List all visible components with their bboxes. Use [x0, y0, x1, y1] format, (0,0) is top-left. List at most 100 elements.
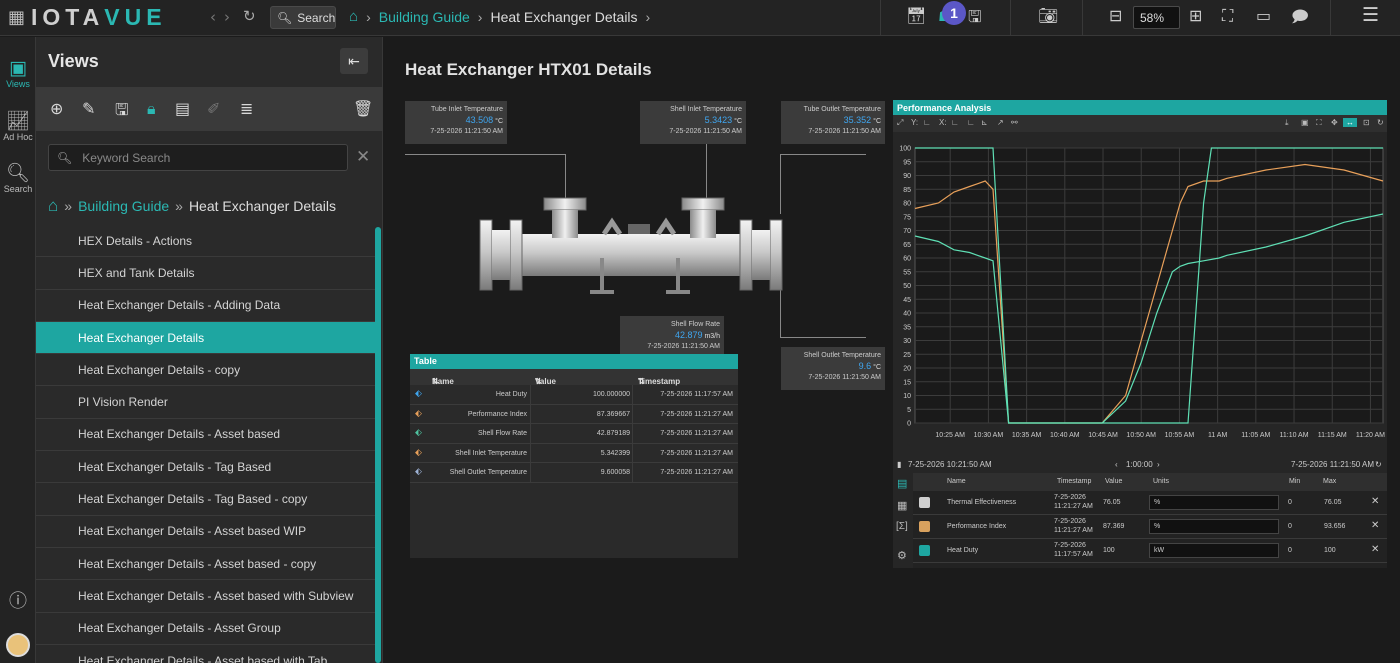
back-icon[interactable]: ‹: [210, 8, 224, 26]
legend-row[interactable]: Thermal Effectiveness 7-25-2026 11:21:27 A…: [913, 491, 1387, 515]
layout-icon[interactable]: ▣: [1301, 118, 1309, 127]
axis-icon[interactable]: ⤢: [897, 118, 903, 128]
sync-icon[interactable]: ↔: [1343, 118, 1357, 127]
keyword-search-input[interactable]: [82, 150, 333, 165]
callout-tube-outlet[interactable]: Tube Outlet Temperature 35.352 °C 7-25-2…: [781, 101, 885, 144]
notification-badge[interactable]: 1: [942, 1, 966, 25]
close-icon[interactable]: ✕: [1371, 520, 1379, 531]
fit-screen-icon[interactable]: ⛶: [1222, 6, 1233, 26]
series-color-swatch[interactable]: [919, 521, 930, 532]
rail-views[interactable]: ▣ Views: [0, 57, 36, 89]
forward-icon[interactable]: ›: [224, 8, 238, 26]
properties-icon[interactable]: ▤: [175, 99, 190, 118]
y-scale-icon[interactable]: ∟: [923, 118, 931, 127]
link-icon[interactable]: ⚯: [1011, 118, 1018, 127]
table-row[interactable]: ⬖ Shell Inlet Temperature 5.342399 7-25-202…: [410, 443, 738, 463]
legend-row[interactable]: Heat Duty 7-25-2026 11:17:57 AM 100 kW 0 100 ✕: [913, 539, 1387, 563]
series-color-swatch[interactable]: [919, 497, 930, 508]
comment-search-icon[interactable]: 🗩: [1291, 6, 1309, 33]
calendar-icon[interactable]: 📅︎: [906, 6, 926, 25]
view-list-item[interactable]: HEX Details - Actions: [36, 225, 376, 258]
legend-row[interactable]: Performance Index 7-25-2026 11:21:27 AM 87.…: [913, 515, 1387, 539]
start-time[interactable]: 7-25-2026 10:21:50 AM: [908, 460, 992, 469]
scrollbar[interactable]: [375, 227, 381, 663]
edit-icon[interactable]: ✎: [82, 99, 95, 118]
view-list-item[interactable]: Heat Exchanger Details - Adding Data: [36, 290, 376, 322]
calculator-icon[interactable]: ▦: [897, 499, 907, 512]
chevron-left-icon[interactable]: ‹: [1115, 460, 1118, 469]
search-button[interactable]: 🔍︎ Search: [270, 6, 336, 29]
save-icon[interactable]: 🖫: [968, 6, 982, 33]
trash-icon[interactable]: 🗑︎: [353, 99, 373, 118]
pan-icon[interactable]: ✥: [1331, 118, 1338, 127]
presentation-icon[interactable]: ▭: [1256, 6, 1271, 25]
end-time[interactable]: 7-25-2026 11:21:50 AM: [1291, 460, 1374, 469]
view-list-item[interactable]: Heat Exchanger Details: [36, 321, 376, 355]
callout-tube-inlet[interactable]: Tube Inlet Temperature 43.508 °C 7-25-20…: [405, 101, 507, 144]
calendar-icon[interactable]: ▮: [897, 460, 901, 469]
view-list-item[interactable]: Heat Exchanger Details - Tag Based: [36, 451, 376, 484]
add-icon[interactable]: ⊕: [50, 99, 63, 118]
scale-icon[interactable]: ∟: [967, 118, 975, 127]
view-list-item[interactable]: Heat Exchanger Details - Asset Group: [36, 613, 376, 645]
view-list-item[interactable]: Heat Exchanger Details - copy: [36, 354, 376, 387]
view-list-item[interactable]: Heat Exchanger Details - Asset based - c…: [36, 548, 376, 581]
avatar[interactable]: [0, 633, 36, 659]
close-icon[interactable]: ✕: [356, 147, 370, 167]
duration[interactable]: 1:00:00: [1126, 460, 1153, 469]
zoom-out-icon[interactable]: ⊟: [1109, 6, 1122, 25]
lock-icon[interactable]: 🔒︎: [147, 99, 156, 119]
callout-shell-outlet[interactable]: Shell Outlet Temperature 9.6 °C 7-25-202…: [781, 347, 885, 390]
breadcrumb-link[interactable]: Building Guide: [78, 198, 169, 214]
zoom-input[interactable]: 58%: [1133, 6, 1180, 29]
table-row[interactable]: ⬖ Performance Index 87.369667 7-25-2026 11:…: [410, 404, 738, 424]
zoom-fit-icon[interactable]: ⊡: [1363, 118, 1370, 127]
save-icon[interactable]: 🖫: [115, 99, 129, 126]
units-input[interactable]: %: [1149, 495, 1279, 510]
scale-lock-icon[interactable]: ⊾: [981, 118, 988, 127]
legend-table-icon[interactable]: ▤: [897, 477, 907, 490]
trend-icon[interactable]: ↗: [997, 118, 1004, 127]
zoom-in-icon[interactable]: ⊞: [1189, 6, 1202, 25]
table-row[interactable]: ⬖ Heat Duty 100.000000 7-25-2026 11:17:57 A…: [410, 385, 738, 405]
fullscreen-icon[interactable]: ⛶: [1316, 118, 1322, 128]
app-logo[interactable]: ▦ IOTA VUE: [8, 4, 167, 30]
refresh-icon[interactable]: ↻: [1375, 460, 1382, 469]
close-icon[interactable]: ✕: [1371, 544, 1379, 555]
nav-arrows[interactable]: ‹›: [210, 8, 238, 26]
view-list-item[interactable]: Heat Exchanger Details - Asset based: [36, 419, 376, 452]
download-icon[interactable]: ⤓: [1285, 118, 1289, 128]
breadcrumb-link[interactable]: Building Guide: [379, 9, 470, 25]
menu-icon[interactable]: ☰: [1362, 4, 1379, 26]
table-row[interactable]: ⬖ Shell Flow Rate 42.879189 7-25-2026 11:21…: [410, 424, 738, 444]
callout-shell-flow[interactable]: Shell Flow Rate 42.879 m3/h 7-25-2026 11…: [620, 316, 724, 354]
sigma-icon[interactable]: [Σ]: [896, 521, 908, 532]
rail-adhoc[interactable]: 📈︎ Ad Hoc: [0, 109, 36, 142]
view-list-item[interactable]: Heat Exchanger Details - Asset based WIP: [36, 516, 376, 548]
rail-search[interactable]: 🔍︎ Search: [0, 161, 36, 194]
x-scale-icon[interactable]: ∟: [951, 118, 959, 127]
view-list-item[interactable]: HEX and Tank Details: [36, 257, 376, 290]
keyword-search[interactable]: 🔍︎: [48, 144, 348, 171]
refresh-icon[interactable]: ↻: [1377, 118, 1384, 127]
series-color-swatch[interactable]: [919, 545, 930, 556]
camera-icon[interactable]: 📷︎: [1038, 6, 1058, 25]
collapse-panel-icon[interactable]: ⇤: [340, 48, 368, 74]
home-icon[interactable]: ⌂: [48, 196, 58, 216]
help-icon[interactable]: ⓘ: [0, 587, 36, 613]
view-list-item[interactable]: Heat Exchanger Details - Asset based wit…: [36, 645, 376, 663]
gear-icon[interactable]: ⚙: [897, 549, 907, 562]
close-icon[interactable]: ✕: [1371, 496, 1379, 507]
home-icon[interactable]: ⌂: [349, 8, 358, 25]
reload-icon[interactable]: ↻: [243, 7, 256, 25]
view-list-item[interactable]: Heat Exchanger Details - Asset based wit…: [36, 580, 376, 613]
units-input[interactable]: %: [1149, 519, 1279, 534]
callout-shell-inlet[interactable]: Shell Inlet Temperature 5.3423 °C 7-25-2…: [640, 101, 746, 144]
view-list-item[interactable]: Heat Exchanger Details - Tag Based - cop…: [36, 483, 376, 516]
view-list-item[interactable]: PI Vision Render: [36, 386, 376, 419]
table-row[interactable]: ⬖ Shell Outlet Temperature 9.600058 7-25-20…: [410, 463, 738, 483]
chevron-right-icon[interactable]: ›: [1157, 460, 1160, 469]
list-icon[interactable]: ≣: [240, 99, 253, 118]
units-input[interactable]: kW: [1149, 543, 1279, 558]
trend-chart[interactable]: 1009590858075706560555045403530252015105…: [893, 132, 1387, 454]
